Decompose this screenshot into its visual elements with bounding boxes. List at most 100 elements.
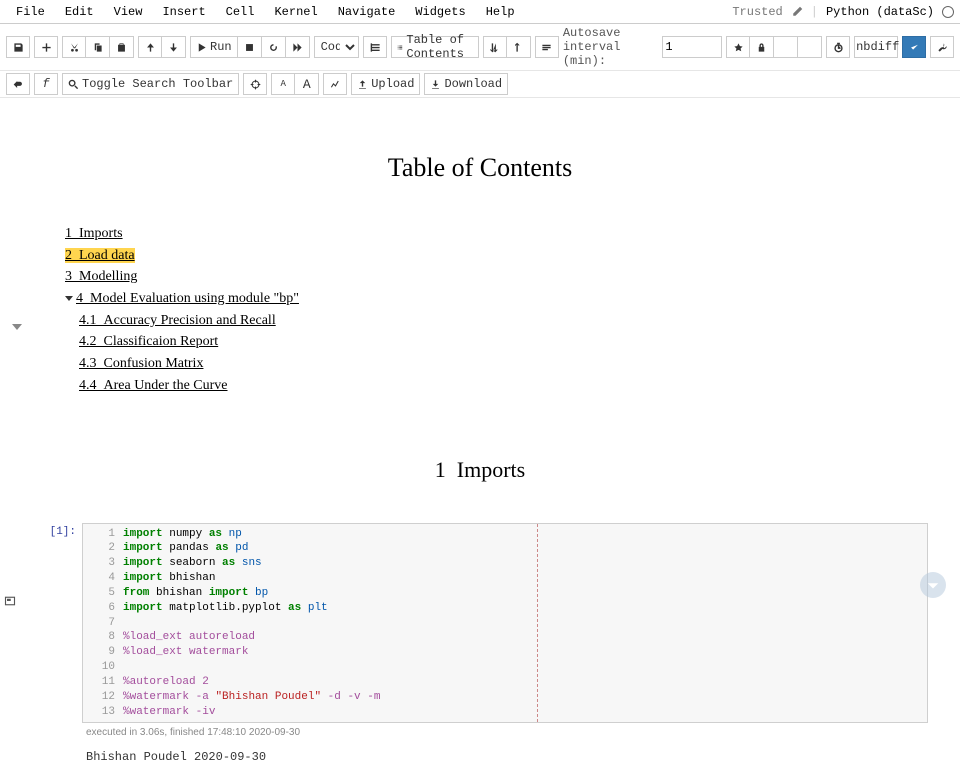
menu-insert[interactable]: Insert (152, 3, 215, 21)
command-palette-button[interactable] (363, 36, 387, 58)
toc-link-model-eval[interactable]: 4 Model Evaluation using module "bp" (76, 291, 299, 306)
toc-link-classification[interactable]: 4.2 Classificaion Report (79, 334, 218, 349)
kernel-status-icon (942, 6, 954, 18)
code-line[interactable]: 13%watermark -iv (83, 705, 927, 720)
celltype-select[interactable]: Code (314, 36, 360, 58)
rise-button[interactable] (4, 595, 16, 610)
code-line[interactable]: 3import seaborn as sns (83, 556, 927, 571)
sort-descending-button[interactable] (507, 36, 531, 58)
line-number: 12 (91, 690, 115, 705)
toc-link-accuracy[interactable]: 4.1 Accuracy Precision and Recall (79, 313, 276, 328)
zoom-in-button[interactable]: A (295, 73, 319, 95)
toggle-search-button[interactable]: Toggle Search Toolbar (62, 73, 239, 95)
zoom-out-button[interactable]: A (271, 73, 295, 95)
code-line[interactable]: 12%watermark -a "Bhishan Poudel" -d -v -… (83, 690, 927, 705)
crosshair-button[interactable] (243, 73, 267, 95)
autosave-input[interactable] (662, 36, 722, 58)
timer-button[interactable] (826, 36, 850, 58)
menubar: File Edit View Insert Cell Kernel Naviga… (0, 0, 960, 24)
restart-button[interactable] (262, 36, 286, 58)
section-imports-heading: 1 Imports (20, 457, 940, 483)
line-number: 6 (91, 601, 115, 616)
toc-button[interactable]: Table of Contents (391, 36, 478, 58)
trusted-indicator[interactable]: Trusted (732, 5, 782, 19)
code-line[interactable]: 1import numpy as np (83, 527, 927, 542)
upload-button[interactable]: Upload (351, 73, 420, 95)
save-button[interactable] (6, 36, 30, 58)
restart-run-all-button[interactable] (286, 36, 310, 58)
toc-link-imports[interactable]: 1 Imports (65, 226, 123, 241)
sort-ascending-button[interactable] (483, 36, 507, 58)
line-number: 5 (91, 586, 115, 601)
code-ruler (537, 524, 538, 723)
download-button[interactable]: Download (424, 73, 508, 95)
variable-inspector-button[interactable] (535, 36, 559, 58)
line-number: 4 (91, 571, 115, 586)
toc-heading: Table of Contents (20, 153, 940, 183)
cell-prompt: [1]: (32, 523, 82, 724)
confirm-button[interactable] (902, 36, 926, 58)
cut-button[interactable] (62, 36, 86, 58)
scroll-down-button[interactable] (920, 572, 946, 598)
code-line[interactable]: 9%load_ext watermark (83, 645, 927, 660)
autosave-label: Autosave interval (min): (563, 26, 659, 68)
code-line[interactable]: 2import pandas as pd (83, 541, 927, 556)
code-line[interactable]: 11%autoreload 2 (83, 675, 927, 690)
graph-button[interactable] (323, 73, 347, 95)
collapse-toggle[interactable] (12, 320, 22, 335)
toolbar-primary: Run Code Table of Contents Autosave inte… (0, 24, 960, 71)
undo-button[interactable] (6, 73, 30, 95)
freeze-button[interactable] (774, 36, 798, 58)
toc-list: 1 Imports 2 Load data 3 Modelling 4 Mode… (65, 223, 940, 397)
code-line[interactable]: 8%load_ext autoreload (83, 630, 927, 645)
line-number: 9 (91, 645, 115, 660)
caret-down-icon[interactable] (65, 296, 73, 301)
snowflake-button[interactable] (798, 36, 822, 58)
line-number: 10 (91, 660, 115, 675)
scratchpad-button[interactable] (726, 36, 750, 58)
menu-help[interactable]: Help (476, 3, 525, 21)
toc-link-load-data[interactable]: 2 Load data (65, 248, 135, 263)
stop-button[interactable] (238, 36, 262, 58)
code-line[interactable]: 6import matplotlib.pyplot as plt (83, 601, 927, 616)
line-number: 7 (91, 616, 115, 631)
menu-file[interactable]: File (6, 3, 55, 21)
menu-edit[interactable]: Edit (55, 3, 104, 21)
kernel-name[interactable]: Python (dataSc) (826, 5, 934, 19)
menu-kernel[interactable]: Kernel (264, 3, 327, 21)
author-output: Bhishan Poudel 2020-09-30 (86, 750, 940, 764)
run-button[interactable]: Run (190, 36, 238, 58)
line-number: 11 (91, 675, 115, 690)
toc-link-modelling[interactable]: 3 Modelling (65, 269, 137, 284)
tool-button[interactable] (930, 36, 954, 58)
menu-navigate[interactable]: Navigate (328, 3, 406, 21)
notebook-area: Table of Contents 1 Imports 2 Load data … (0, 153, 960, 764)
line-number: 13 (91, 705, 115, 720)
add-cell-button[interactable] (34, 36, 58, 58)
move-down-button[interactable] (162, 36, 186, 58)
line-number: 1 (91, 527, 115, 542)
paste-button[interactable] (110, 36, 134, 58)
menu-cell[interactable]: Cell (216, 3, 265, 21)
code-line[interactable]: 7 (83, 616, 927, 631)
code-line[interactable]: 5from bhishan import bp (83, 586, 927, 601)
lock-button[interactable] (750, 36, 774, 58)
line-number: 2 (91, 541, 115, 556)
code-cell-1[interactable]: [1]: 1import numpy as np2import pandas a… (32, 523, 928, 724)
nbdiff-button[interactable]: nbdiff (854, 36, 898, 58)
menu-widgets[interactable]: Widgets (405, 3, 475, 21)
edit-icon[interactable] (791, 6, 803, 18)
format-button[interactable]: f (34, 73, 58, 95)
line-number: 3 (91, 556, 115, 571)
toc-link-confusion[interactable]: 4.3 Confusion Matrix (79, 356, 203, 371)
execution-info: executed in 3.06s, finished 17:48:10 202… (86, 727, 940, 738)
line-number: 8 (91, 630, 115, 645)
code-line[interactable]: 10 (83, 660, 927, 675)
menu-view[interactable]: View (104, 3, 153, 21)
copy-button[interactable] (86, 36, 110, 58)
code-editor[interactable]: 1import numpy as np2import pandas as pd3… (82, 523, 928, 724)
toc-link-auc[interactable]: 4.4 Area Under the Curve (79, 378, 228, 393)
code-line[interactable]: 4import bhishan (83, 571, 927, 586)
move-up-button[interactable] (138, 36, 162, 58)
toolbar-secondary: f Toggle Search Toolbar A A Upload Downl… (0, 71, 960, 98)
